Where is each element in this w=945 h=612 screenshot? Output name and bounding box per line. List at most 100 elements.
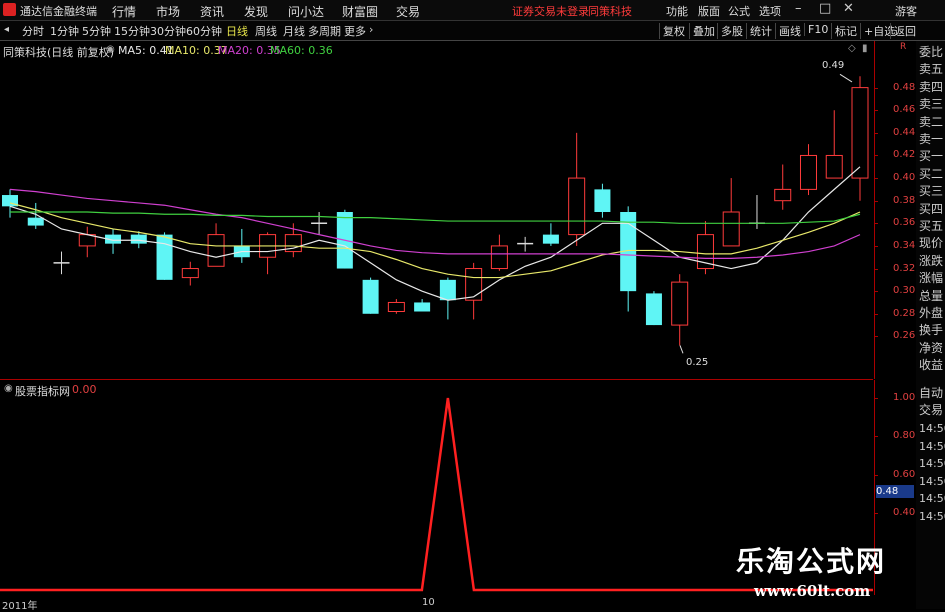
menu-market[interactable]: 市场	[156, 3, 180, 20]
period-weekly[interactable]: 周线	[255, 23, 277, 39]
btn-draw[interactable]: 画线	[775, 23, 804, 39]
side-item[interactable]: 买二	[919, 166, 943, 182]
period-1min[interactable]: 1分钟	[50, 23, 79, 39]
btn-back[interactable]: 返回	[890, 23, 919, 39]
period-60min[interactable]: 60分钟	[186, 23, 222, 39]
side-item[interactable]: 买五	[919, 218, 943, 234]
side-item[interactable]: 买四	[919, 201, 943, 217]
side-item[interactable]: 外盘	[919, 305, 943, 321]
side-item[interactable]: 买三	[919, 183, 943, 199]
side-item[interactable]: 委比	[919, 44, 943, 60]
candle	[78, 226, 96, 258]
kline-chart	[2, 73, 869, 354]
side-item[interactable]: 总量	[919, 288, 943, 304]
btn-mark[interactable]: 标记	[831, 23, 860, 39]
btn-adjust[interactable]: 复权	[659, 23, 688, 39]
price-tick-mark	[874, 336, 878, 338]
candle	[414, 299, 431, 312]
side-time: 14:50	[919, 422, 945, 435]
period-more[interactable]: 更多	[344, 23, 366, 39]
price-tick: 0.38	[893, 194, 916, 206]
price-tick-mark	[874, 132, 878, 134]
candle	[53, 251, 70, 275]
period-timeshare[interactable]: 分时	[22, 23, 44, 39]
menu-ask[interactable]: 问小达	[288, 3, 324, 20]
period-5min[interactable]: 5分钟	[82, 23, 111, 39]
candle	[465, 262, 483, 320]
side-item[interactable]: 涨幅	[919, 270, 943, 286]
candle	[542, 223, 559, 246]
indicator-tick-mark	[874, 513, 878, 515]
toolbar-arrow-icon[interactable]: ◂	[4, 24, 9, 35]
login-notice[interactable]: 证券交易未登录	[512, 3, 589, 19]
side-item[interactable]: 卖五	[919, 61, 943, 77]
side-item[interactable]: 净资	[919, 340, 943, 356]
candle	[696, 221, 714, 275]
watermark-title: 乐淘公式网	[736, 545, 887, 578]
btn-f10[interactable]: F10	[804, 23, 831, 36]
high-pointer	[839, 73, 853, 83]
candle	[105, 228, 122, 254]
side-time: 14:50	[919, 474, 945, 488]
indicator-tick-mark	[874, 398, 878, 399]
period-toolbar: ◂ 分时 1分钟 5分钟 15分钟 30分钟 60分钟 日线 周线 月线 多周期…	[0, 21, 945, 41]
btn-overlay[interactable]: 叠加	[689, 23, 718, 39]
candle	[156, 232, 173, 280]
more-chevron-icon[interactable]: ›	[369, 23, 373, 36]
price-tick: 0.44	[893, 126, 916, 138]
time-axis	[0, 596, 873, 609]
side-item[interactable]: 涨跌	[919, 253, 943, 269]
indicator-tick: 1.00	[893, 392, 916, 403]
side-item[interactable]: 卖二	[919, 114, 943, 130]
btn-stats[interactable]: 统计	[746, 23, 775, 39]
high-price-label: 0.49	[822, 60, 845, 71]
low-price-label: 0.25	[686, 357, 709, 368]
indicator-value-box: 0.48	[876, 485, 914, 498]
price-tick-mark	[874, 291, 878, 293]
period-monthly[interactable]: 月线	[283, 23, 305, 39]
minimize-icon[interactable]: –	[795, 1, 802, 16]
menu-discover[interactable]: 发现	[244, 3, 268, 20]
price-tick-mark	[874, 110, 878, 112]
side-item[interactable]: 收益	[919, 357, 943, 373]
side-item[interactable]: 买一	[919, 148, 943, 164]
candle	[387, 299, 405, 314]
side-time: 14:50	[919, 492, 945, 505]
menu-function[interactable]: 功能	[666, 3, 688, 19]
menu-wealth[interactable]: 财富圈	[342, 3, 378, 20]
candle	[774, 164, 792, 210]
side-item[interactable]: 卖一	[919, 131, 943, 147]
btn-multi-stock[interactable]: 多股	[717, 23, 746, 39]
menu-formula[interactable]: 公式	[728, 3, 750, 19]
close-icon[interactable]: ✕	[843, 1, 854, 16]
menu-bar: 通达信金融终端 行情 市场 资讯 发现 问小达 财富圈 交易 证券交易未登录 同…	[0, 0, 945, 21]
watermark-url: www.60lt.com	[754, 582, 871, 600]
price-tick: 0.34	[893, 239, 916, 251]
maximize-icon[interactable]: □	[819, 1, 831, 16]
period-multi[interactable]: 多周期	[308, 23, 341, 39]
menu-quotes[interactable]: 行情	[112, 3, 136, 20]
side-item[interactable]: 卖四	[919, 79, 943, 95]
candle	[27, 202, 44, 229]
side-item[interactable]: 换手	[919, 322, 943, 338]
app-logo-icon	[3, 3, 16, 16]
side-item[interactable]: 交易	[919, 402, 943, 418]
menu-options[interactable]: 选项	[759, 3, 781, 19]
period-15min[interactable]: 15分钟	[114, 23, 150, 39]
side-time: 14:50	[919, 439, 945, 453]
period-daily[interactable]: 日线	[226, 23, 248, 39]
side-item[interactable]: 自动	[919, 385, 943, 401]
menu-trade[interactable]: 交易	[396, 3, 420, 20]
guest-user[interactable]: 游客	[895, 3, 917, 19]
period-30min[interactable]: 30分钟	[150, 23, 186, 39]
candle	[181, 261, 199, 286]
axis-corner-label: R	[900, 42, 907, 52]
menu-news[interactable]: 资讯	[200, 3, 224, 20]
price-tick-mark	[874, 87, 878, 89]
price-tick: 0.30	[893, 285, 916, 297]
indicator-tick: 0.80	[893, 430, 916, 442]
side-item[interactable]: 现价	[919, 235, 943, 251]
price-tick: 0.48	[893, 81, 916, 93]
side-item[interactable]: 卖三	[919, 96, 943, 112]
menu-layout[interactable]: 版面	[698, 3, 720, 19]
